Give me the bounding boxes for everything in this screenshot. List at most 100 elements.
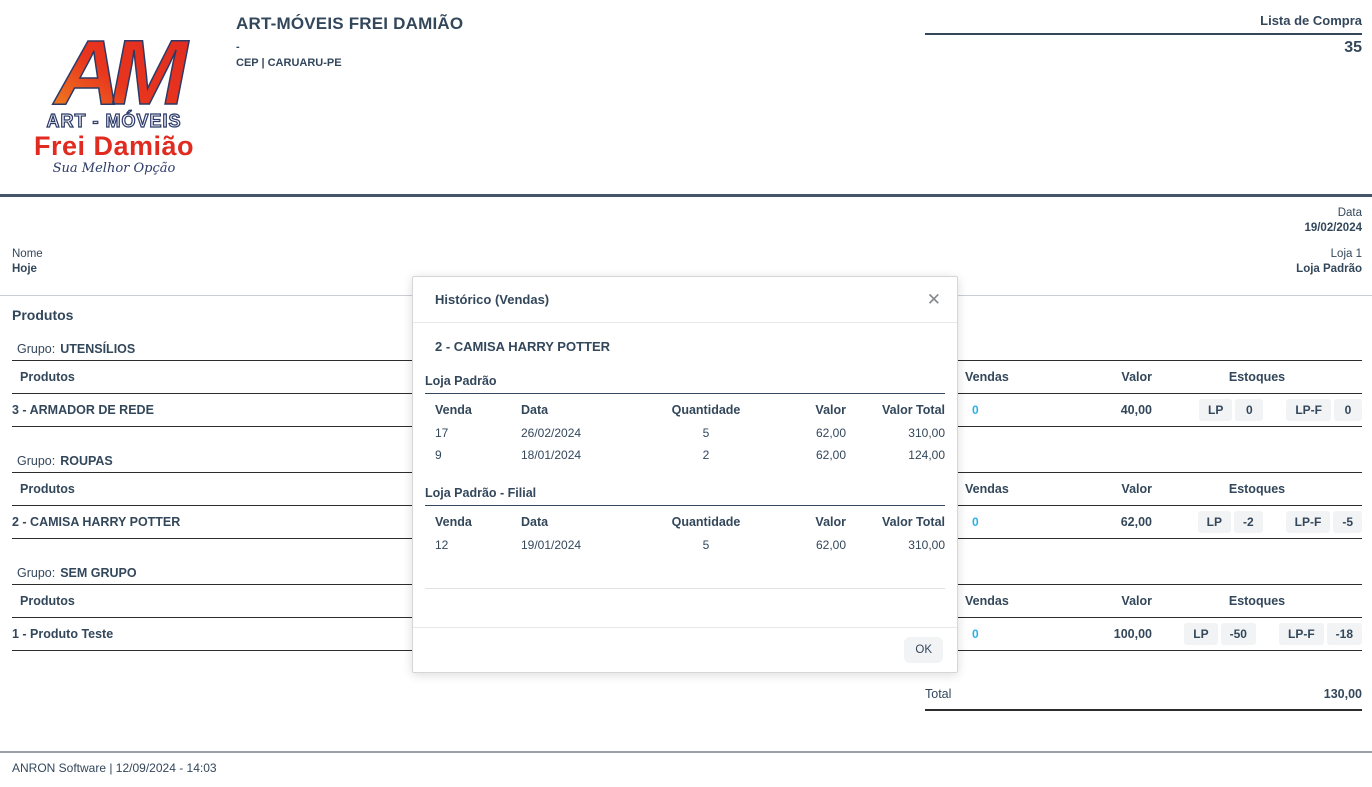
valor-col-header: Valor bbox=[751, 515, 846, 529]
quantidade-cell: 5 bbox=[661, 426, 751, 440]
table-row: 9 18/01/2024 2 62,00 124,00 bbox=[425, 444, 945, 466]
valor-value: 62,00 bbox=[1048, 515, 1152, 529]
valor-value: 40,00 bbox=[1048, 403, 1152, 417]
vendas-col-header: Vendas bbox=[958, 594, 1048, 608]
dialog-body: 2 - CAMISA HARRY POTTER Loja Padrão Vend… bbox=[413, 323, 957, 627]
vendas-count-link[interactable]: 0 bbox=[958, 515, 1048, 529]
report-number: 35 bbox=[925, 39, 1362, 57]
group-name: UTENSÍLIOS bbox=[60, 342, 135, 356]
lpf-value-badge: 0 bbox=[1334, 399, 1362, 421]
company-name: ART-MÓVEIS FREI DAMIÃO bbox=[236, 14, 463, 34]
report-title: Lista de Compra bbox=[925, 13, 1362, 35]
store-name: Loja Padrão bbox=[425, 374, 945, 394]
header-divider bbox=[0, 194, 1372, 197]
quantidade-cell: 2 bbox=[661, 448, 751, 462]
store-section-loja-padrao: Loja Padrão Venda Data Quantidade Valor … bbox=[425, 374, 945, 466]
footer-text: ANRON Software | 12/09/2024 - 14:03 bbox=[12, 761, 1372, 775]
loja-value: Loja Padrão bbox=[1296, 263, 1362, 275]
modal-table-header-row: Venda Data Quantidade Valor Valor Total bbox=[425, 394, 945, 422]
company-logo: AM ART - MÓVEIS Frei Damião Sua Melhor O… bbox=[28, 22, 200, 186]
lpf-label-badge: LP-F bbox=[1286, 511, 1331, 533]
valor-col-header: Valor bbox=[751, 403, 846, 417]
valor-cell: 62,00 bbox=[751, 538, 846, 552]
group-name: ROUPAS bbox=[60, 454, 113, 468]
total-row: Total 130,00 bbox=[925, 687, 1362, 711]
lp-label-badge: LP bbox=[1199, 399, 1232, 421]
store-section-loja-padrao-filial: Loja Padrão - Filial Venda Data Quantida… bbox=[425, 486, 945, 556]
valor-total-cell: 310,00 bbox=[846, 538, 945, 552]
valor-col-header: Valor bbox=[1048, 594, 1152, 608]
nome-label: Nome bbox=[12, 248, 43, 260]
company-address-line: - bbox=[236, 41, 463, 53]
logo-monogram-graphic: AM bbox=[32, 22, 196, 112]
logo-art-moveis-text: ART - MÓVEIS bbox=[28, 112, 200, 132]
nome-value: Hoje bbox=[12, 263, 43, 275]
data-label: Data bbox=[1304, 207, 1362, 219]
dialog-body-divider bbox=[425, 588, 945, 589]
dialog-title: Histórico (Vendas) bbox=[435, 292, 549, 307]
vendas-col-header: Vendas bbox=[958, 370, 1048, 384]
quantidade-col-header: Quantidade bbox=[661, 515, 751, 529]
estoques-cell: LP -50 LP-F -18 bbox=[1152, 623, 1362, 645]
data-value: 19/02/2024 bbox=[1304, 222, 1362, 234]
dialog-product-title: 2 - CAMISA HARRY POTTER bbox=[435, 339, 945, 354]
valor-cell: 62,00 bbox=[751, 448, 846, 462]
data-block: Data 19/02/2024 bbox=[1304, 207, 1362, 234]
vendas-col-header: Vendas bbox=[958, 482, 1048, 496]
venda-cell: 17 bbox=[435, 426, 521, 440]
loja-block: Loja 1 Loja Padrão bbox=[1296, 248, 1362, 275]
group-name: SEM GRUPO bbox=[60, 566, 136, 580]
group-label: Grupo: bbox=[17, 454, 55, 468]
company-header: ART-MÓVEIS FREI DAMIÃO - CEP | CARUARU-P… bbox=[236, 14, 463, 69]
lpf-label-badge: LP-F bbox=[1286, 399, 1331, 421]
report-header: Lista de Compra 35 bbox=[925, 13, 1362, 57]
venda-cell: 9 bbox=[435, 448, 521, 462]
historico-vendas-dialog: Histórico (Vendas) ✕ 2 - CAMISA HARRY PO… bbox=[412, 276, 958, 673]
ok-button[interactable]: OK bbox=[904, 637, 943, 663]
total-label: Total bbox=[925, 687, 951, 701]
venda-col-header: Venda bbox=[435, 403, 521, 417]
dialog-header: Histórico (Vendas) ✕ bbox=[413, 277, 957, 323]
lp-value-badge: -2 bbox=[1234, 511, 1263, 533]
lp-label-badge: LP bbox=[1198, 511, 1231, 533]
total-value: 130,00 bbox=[1324, 687, 1362, 701]
close-icon[interactable]: ✕ bbox=[927, 291, 941, 308]
venda-cell: 12 bbox=[435, 538, 521, 552]
quantidade-col-header: Quantidade bbox=[661, 403, 751, 417]
logo-frei-damiao-text: Frei Damião bbox=[28, 132, 200, 160]
group-label: Grupo: bbox=[17, 566, 55, 580]
lpf-value-badge: -18 bbox=[1327, 623, 1362, 645]
estoques-cell: LP -2 LP-F -5 bbox=[1152, 511, 1362, 533]
lista-de-compra-report-page: AM ART - MÓVEIS Frei Damião Sua Melhor O… bbox=[0, 0, 1372, 787]
data-col-header: Data bbox=[521, 515, 661, 529]
lp-label-badge: LP bbox=[1184, 623, 1217, 645]
valor-value: 100,00 bbox=[1048, 627, 1152, 641]
table-row: 17 26/02/2024 5 62,00 310,00 bbox=[425, 422, 945, 444]
valor-total-col-header: Valor Total bbox=[846, 403, 945, 417]
vendas-count-link[interactable]: 0 bbox=[958, 403, 1048, 417]
lpf-value-badge: -5 bbox=[1333, 511, 1362, 533]
valor-total-cell: 124,00 bbox=[846, 448, 945, 462]
lp-value-badge: -50 bbox=[1221, 623, 1256, 645]
company-cep-city: CEP | CARUARU-PE bbox=[236, 57, 463, 69]
data-cell: 19/01/2024 bbox=[521, 538, 661, 552]
group-label: Grupo: bbox=[17, 342, 55, 356]
estoques-cell: LP 0 LP-F 0 bbox=[1152, 399, 1362, 421]
nome-block: Nome Hoje bbox=[12, 248, 43, 275]
lpf-label-badge: LP-F bbox=[1279, 623, 1324, 645]
logo-slogan-text: Sua Melhor Opção bbox=[28, 161, 200, 176]
loja-label: Loja 1 bbox=[1296, 248, 1362, 260]
vendas-count-link[interactable]: 0 bbox=[958, 627, 1048, 641]
products-section-heading: Produtos bbox=[12, 307, 73, 323]
table-row: 12 19/01/2024 5 62,00 310,00 bbox=[425, 534, 945, 556]
venda-col-header: Venda bbox=[435, 515, 521, 529]
data-col-header: Data bbox=[521, 403, 661, 417]
valor-total-col-header: Valor Total bbox=[846, 515, 945, 529]
data-cell: 26/02/2024 bbox=[521, 426, 661, 440]
valor-col-header: Valor bbox=[1048, 482, 1152, 496]
page-footer: ANRON Software | 12/09/2024 - 14:03 bbox=[0, 751, 1372, 775]
data-cell: 18/01/2024 bbox=[521, 448, 661, 462]
valor-col-header: Valor bbox=[1048, 370, 1152, 384]
quantidade-cell: 5 bbox=[661, 538, 751, 552]
valor-cell: 62,00 bbox=[751, 426, 846, 440]
